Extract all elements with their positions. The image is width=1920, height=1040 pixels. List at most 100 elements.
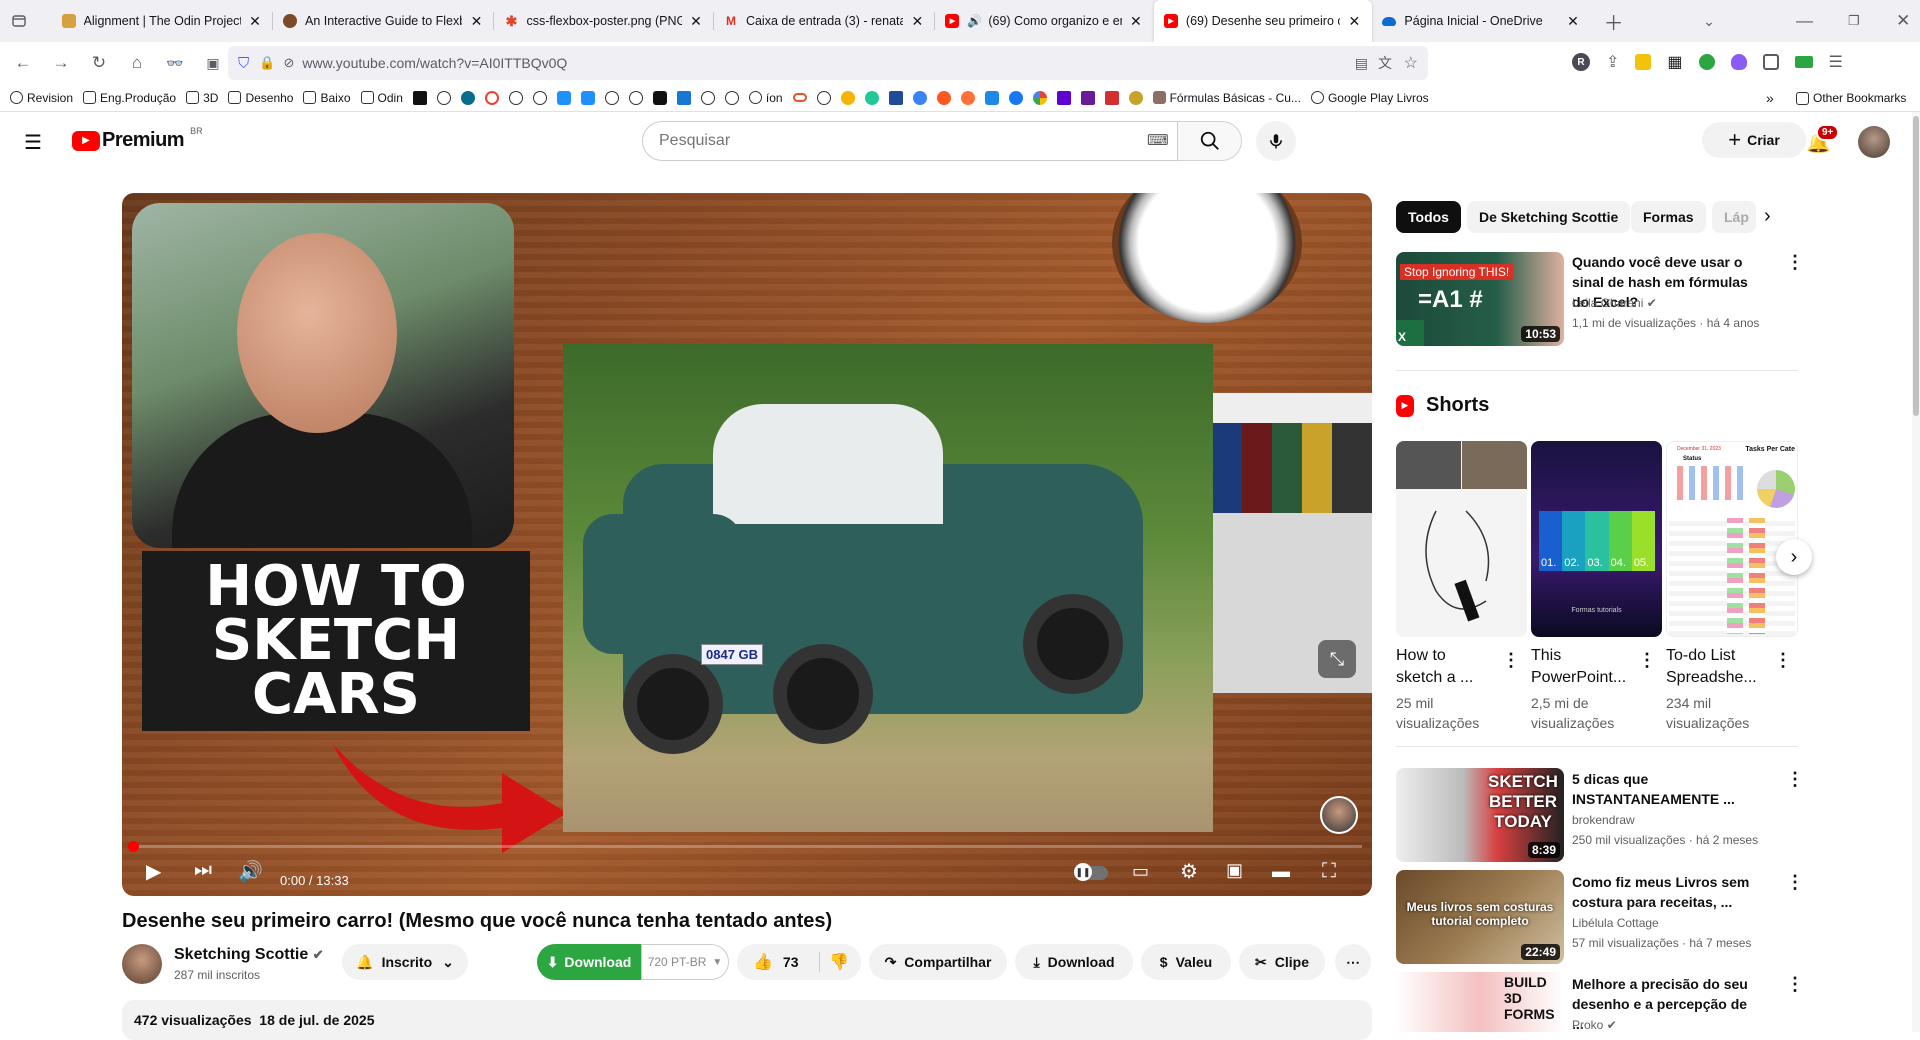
bookmark-icon[interactable] [436,90,451,105]
recommendation-thumbnail[interactable]: Meus livros sem costuras tutorial comple… [1396,870,1564,964]
bookmark-icon[interactable] [676,90,691,105]
yahoo-icon[interactable] [1056,90,1071,105]
scrollbar-thumb[interactable] [1913,116,1919,416]
bookmark-icon[interactable] [556,90,571,105]
recommendation-channel[interactable]: brokendraw [1572,811,1635,829]
search-button[interactable] [1178,121,1242,161]
short-thumbnail[interactable]: 01. 02. 03. 04. 05. Formas tutorials [1531,441,1662,637]
browser-tab-active[interactable]: ▶ (69) Desenhe seu primeiro carro ✕ [1153,0,1373,42]
bookmark-icon[interactable] [912,90,927,105]
share-button[interactable]: ↷ Compartilhar [869,944,1007,980]
extension-box-icon[interactable] [1762,54,1779,70]
voice-search-button[interactable] [1256,121,1296,161]
create-button[interactable]: + Criar [1702,122,1806,158]
bookmark-icon[interactable] [580,90,595,105]
bookmark-icon[interactable] [652,90,667,105]
chip-formas[interactable]: Formas [1631,201,1706,233]
url-text[interactable]: www.youtube.com/watch?v=AI0ITTBQv0Q [302,55,567,71]
clip-button[interactable]: ✂ Clipe [1239,944,1325,980]
recommendation-thumbnail[interactable]: BUILD 3D FORMS [1396,972,1564,1032]
play-icon[interactable]: ▶ [146,859,161,884]
browser-tab[interactable]: Página Inicial - OneDrive ✕ [1372,0,1591,42]
bookmark-ion[interactable]: íon [748,91,783,105]
reload-icon[interactable]: ↻ [82,46,116,80]
restore-icon[interactable]: ❐ [1837,4,1870,38]
channel-name[interactable]: Sketching Scottie ✔ [174,946,324,964]
bookmark-icon[interactable] [792,93,807,102]
bookmark-folder[interactable]: Desenho [228,91,293,105]
youtube-logo[interactable]: ▶ Premium BR [72,126,203,152]
url-bar[interactable]: ⛉ 🔒 ⊘ www.youtube.com/watch?v=AI0ITTBQv0… [228,46,1428,80]
video-player[interactable]: HOW TO SKETCH CARS 0847 GB ⤡ ▶ ⏭ 🔊 0:00 … [122,193,1372,896]
more-options-icon[interactable]: ⋮ [1502,650,1520,671]
notifications-button[interactable]: 🔔 9+ [1806,124,1840,155]
autoplay-toggle[interactable]: ❚❚ [1074,863,1108,881]
chips-next-icon[interactable]: › [1764,205,1771,228]
recommendation-title[interactable]: 5 dicas que INSTANTANEAMENTE ... [1572,769,1762,809]
more-options-icon[interactable]: ⋮ [1786,872,1804,893]
chip-lapis[interactable]: Láp [1712,201,1756,233]
bookmark-folder[interactable]: Baixo [303,91,351,105]
expand-icon[interactable]: ⤡ [1318,640,1356,678]
channel-watermark[interactable] [1320,796,1358,834]
browser-tab[interactable]: An Interactive Guide to Flexbox ✕ [273,0,495,42]
close-tab-icon[interactable]: ✕ [1346,13,1362,30]
bookmark-icon[interactable] [484,90,499,105]
subtitles-icon[interactable]: ▭ [1132,861,1149,882]
volume-icon[interactable]: 🔊 [238,859,263,884]
theater-mode-icon[interactable]: ▬ [1272,861,1290,882]
back-icon[interactable]: ← [6,46,40,80]
hamburger-menu-icon[interactable]: ☰ [24,130,42,155]
recommendation-channel[interactable]: Leila Gharani ✔ [1572,294,1657,312]
reader-mode-icon[interactable]: ▤ [1355,55,1368,72]
page-scrollbar[interactable] [1912,112,1920,1032]
browser-tab[interactable]: ▶ 🔊 (69) Como organizo e enco ✕ [935,0,1154,42]
apps-grid-icon[interactable]: ▦ [1667,52,1682,72]
short-title[interactable]: To-do List Spreadshe... [1666,645,1772,689]
bookmark-play-livros[interactable]: Google Play Livros [1310,91,1429,105]
chevron-down-icon[interactable]: ⌄ [1692,4,1725,38]
close-tab-icon[interactable]: ✕ [909,13,925,30]
new-tab-icon[interactable]: ＋ [1597,4,1630,38]
download-button[interactable]: ⤓ Download [1015,944,1133,980]
avatar[interactable] [1858,126,1890,158]
bookmark-icon[interactable] [460,90,475,105]
globe-icon[interactable] [700,90,715,105]
extension-green-icon[interactable] [1698,54,1715,70]
channel-avatar[interactable] [122,944,162,984]
short-thumbnail[interactable]: December 31, 2023 Tasks Per Cate Status [1666,441,1798,637]
bookmark-folder[interactable]: Eng.Produção [83,91,176,105]
minimize-icon[interactable]: — [1788,4,1821,38]
fullscreen-icon[interactable]: ⛶ [1322,860,1336,883]
more-options-icon[interactable]: ⋮ [1786,252,1804,273]
bookmark-icon[interactable] [984,90,999,105]
browser-tab[interactable]: M Caixa de entrada (3) - renatao.m ✕ [714,0,936,42]
bookmark-icon[interactable] [1032,90,1047,105]
more-actions-button[interactable]: ⋯ [1335,944,1371,980]
close-tab-icon[interactable]: ✕ [1565,13,1581,30]
permissions-icon[interactable]: ⊘ [283,55,294,71]
bookmark-other[interactable]: Other Bookmarks [1796,91,1906,105]
progress-scrubber[interactable] [128,841,139,852]
bookmark-formulas[interactable]: Fórmulas Básicas - Cu... [1152,91,1301,105]
progress-bar[interactable] [132,845,1362,848]
chip-all[interactable]: Todos [1396,201,1461,233]
recommendation-title[interactable]: Como fiz meus Livros sem costura para re… [1572,872,1762,912]
bookmark-icon[interactable] [960,90,975,105]
keyboard-icon[interactable]: ⌨ [1147,131,1169,149]
extension-r-icon[interactable]: R [1572,53,1590,71]
globe-icon[interactable] [532,90,547,105]
short-title[interactable]: This PowerPoint... [1531,645,1637,689]
bookmark-icon[interactable] [936,90,951,105]
bookmark-icon[interactable] [1128,90,1143,105]
dislike-button[interactable]: 👎 [829,952,849,972]
screenshot-icon[interactable]: ▣ [196,46,230,80]
bookmark-icon[interactable] [840,90,855,105]
close-tab-icon[interactable]: ✕ [468,13,484,30]
more-options-icon[interactable]: ⋮ [1638,650,1656,671]
thanks-button[interactable]: $ Valeu [1141,944,1231,980]
download-extension-button[interactable]: ⬇ Download [537,944,641,980]
facebook-icon[interactable] [1008,90,1023,105]
search-input[interactable]: Pesquisar [642,121,1178,161]
close-tab-icon[interactable]: ✕ [688,13,704,30]
